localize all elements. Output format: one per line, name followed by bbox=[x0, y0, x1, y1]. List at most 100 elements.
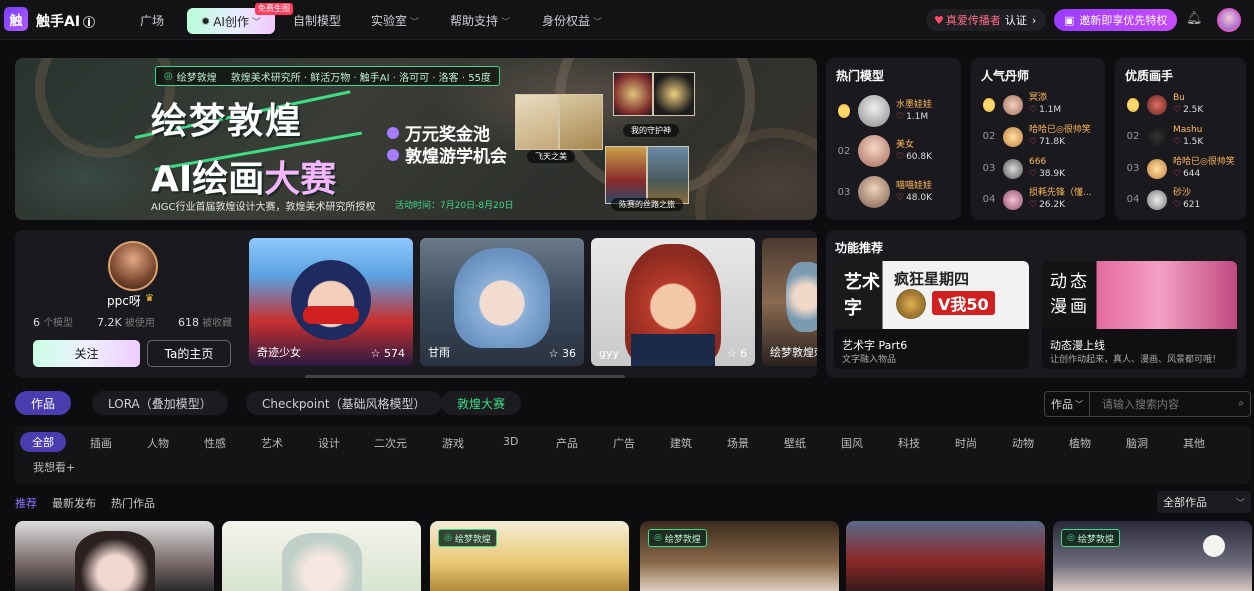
gallery-card[interactable] bbox=[846, 521, 1045, 591]
model-card[interactable]: 绘梦敦煌刺 bbox=[762, 238, 817, 366]
rank-row[interactable]: 03 666 ♡ 38.9K bbox=[979, 157, 1065, 180]
category-item[interactable]: 脑洞 bbox=[1126, 435, 1148, 451]
tab-works[interactable]: 作品 bbox=[15, 391, 72, 415]
user-avatar[interactable] bbox=[1217, 8, 1241, 32]
heart-icon: ♡ bbox=[1173, 105, 1182, 115]
contest-banner[interactable]: ◎ 绘梦敦煌 敦煌美术研究所 · 鲜活万物 · 触手AI · 洛可可 · 洛客 · … bbox=[15, 58, 817, 220]
rank-row[interactable]: 冥添 ♡ 1.1M bbox=[979, 93, 1061, 116]
rank-number: 02 bbox=[982, 131, 996, 142]
category-item[interactable]: 人物 bbox=[147, 435, 169, 451]
subtab-latest[interactable]: 最新发布 bbox=[52, 495, 96, 511]
gallery-tag-text: 绘梦敦煌 bbox=[454, 534, 491, 545]
category-item[interactable]: 场景 bbox=[727, 435, 749, 451]
all-works-value: 全部作品 bbox=[1163, 496, 1207, 509]
category-item[interactable]: 游戏 bbox=[442, 435, 464, 451]
search-icon[interactable]: ⌕ bbox=[1238, 398, 1244, 409]
rank-name: 喵喵娃娃 bbox=[896, 180, 933, 191]
tab-dunhuang[interactable]: 敦煌大赛 bbox=[441, 391, 522, 415]
category-item[interactable]: 壁纸 bbox=[784, 435, 806, 451]
nav-help[interactable]: 帮助支持 ﹀ bbox=[450, 12, 510, 29]
panel-title: 优质画手 bbox=[1125, 69, 1174, 83]
category-item[interactable]: 全部 bbox=[20, 432, 66, 452]
category-item[interactable]: 我想看+ bbox=[33, 459, 75, 475]
category-item[interactable]: 艺术 bbox=[261, 435, 283, 451]
nav-label: 广场 bbox=[140, 14, 165, 28]
rank-row[interactable]: Bu ♡ 2.5K bbox=[1123, 93, 1203, 116]
category-item[interactable]: 二次元 bbox=[374, 435, 407, 451]
rank-row[interactable]: 02 Mashu ♡ 1.5K bbox=[1123, 125, 1204, 148]
rank-name: Mashu bbox=[1173, 125, 1203, 135]
banner-desc: AIGC行业首届敦煌设计大赛，敦煌美术研究所授权 bbox=[151, 202, 376, 213]
category-item[interactable]: 国风 bbox=[841, 435, 863, 451]
model-stars-count: 6 bbox=[740, 347, 747, 360]
bell-icon[interactable]: 🔔︎ bbox=[1186, 11, 1203, 26]
feature-card[interactable]: 动态 漫画 动态漫上线 让创作动起来，真人、漫画、风景都可哦！ bbox=[1042, 261, 1237, 369]
category-item[interactable]: 其他 bbox=[1183, 435, 1205, 451]
horizontal-scrollbar[interactable] bbox=[305, 375, 625, 378]
avatar bbox=[858, 176, 890, 208]
rank-row[interactable]: 04 砂沙 ♡ 621 bbox=[1123, 188, 1201, 211]
brand-name: 触手AI bbox=[36, 14, 81, 30]
nav-square[interactable]: 广场 bbox=[140, 12, 164, 29]
nav-label: 自制模型 bbox=[293, 14, 342, 28]
subtab-recommend[interactable]: 推荐 bbox=[15, 495, 37, 511]
promo-invite-text: 邀新即享优先特权 bbox=[1079, 14, 1168, 27]
feature-card[interactable]: 艺术 字 疯狂星期四 V我50 艺术字 Part6 文字融入物品 bbox=[834, 261, 1029, 369]
follow-button[interactable]: 关注 bbox=[33, 340, 140, 367]
rank-row[interactable]: 03 哈哈已◎很帅笑 ♡ 644 bbox=[1123, 157, 1235, 180]
category-item[interactable]: 广告 bbox=[613, 435, 635, 451]
gallery-card[interactable] bbox=[222, 521, 421, 591]
sparkle-icon: ✹ bbox=[201, 14, 211, 28]
all-works-select[interactable]: 全部作品 ﹀ bbox=[1157, 491, 1251, 513]
tab-checkpoint[interactable]: Checkpoint（基础风格模型） bbox=[246, 391, 442, 415]
tab-lora[interactable]: LORA（叠加模型） bbox=[92, 391, 228, 415]
art-text-b: 字 bbox=[844, 298, 862, 319]
gallery-card[interactable]: ◎ 绘梦敦煌 bbox=[640, 521, 839, 591]
category-item[interactable]: 性感 bbox=[204, 435, 226, 451]
creator-avatar[interactable] bbox=[108, 241, 158, 291]
rank-row[interactable]: 02 哈哈已◎很帅笑 ♡ 71.8K bbox=[979, 125, 1091, 148]
model-card[interactable]: 奇迹少女 ☆ 574 bbox=[249, 238, 413, 366]
rank-row[interactable]: 水墨娃娃 ♡ 1.1M bbox=[834, 95, 932, 127]
category-item[interactable]: 产品 bbox=[556, 435, 578, 451]
nav-lab[interactable]: 实验室 ﹀ bbox=[371, 12, 419, 29]
category-item[interactable]: 动物 bbox=[1012, 435, 1034, 451]
category-item[interactable]: 3D bbox=[503, 435, 518, 448]
category-item[interactable]: 时尚 bbox=[955, 435, 977, 451]
brand[interactable]: 触手AI i bbox=[36, 11, 96, 31]
rank-value-text: 621 bbox=[1183, 200, 1201, 210]
rank-value: ♡ 621 bbox=[1173, 199, 1200, 211]
rank-value-text: 1.1M bbox=[906, 111, 929, 122]
artwork-image bbox=[653, 72, 695, 116]
category-item[interactable]: 设计 bbox=[318, 435, 340, 451]
model-card[interactable]: 甘雨 ☆ 36 bbox=[420, 238, 584, 366]
category-item[interactable]: 植物 bbox=[1069, 435, 1091, 451]
creator-promo[interactable]: ♥ 真爱传播者 认证 › bbox=[926, 9, 1047, 31]
homepage-button[interactable]: Ta的主页 bbox=[147, 340, 231, 367]
logo-icon[interactable]: 触 bbox=[4, 7, 28, 31]
search-type-select[interactable]: 作品 ﹀ bbox=[1044, 391, 1090, 417]
model-label: 奇迹少女 bbox=[257, 346, 301, 359]
category-item[interactable]: 建筑 bbox=[670, 435, 692, 451]
rank-row[interactable]: 02 美女 ♡ 60.8K bbox=[834, 135, 932, 167]
gallery-tag: ◎ 绘梦敦煌 bbox=[648, 529, 707, 547]
search-input[interactable]: 请输入搜索内容 ⌕ bbox=[1090, 391, 1251, 417]
chevron-down-icon: ﹀ bbox=[1075, 399, 1083, 409]
gallery-card[interactable]: ◎ 绘梦敦煌 bbox=[1053, 521, 1252, 591]
creator-name[interactable]: ppc呀 bbox=[107, 292, 141, 309]
gallery-card[interactable]: ◎ 绘梦敦煌 bbox=[430, 521, 629, 591]
gallery-tag: ◎ 绘梦敦煌 bbox=[1061, 529, 1120, 547]
category-item[interactable]: 科技 bbox=[898, 435, 920, 451]
nav-identity[interactable]: 身份权益 ﹀ bbox=[542, 12, 602, 29]
invite-promo-button[interactable]: ▣ 邀新即享优先特权 bbox=[1054, 9, 1178, 31]
banner-title-1: 绘梦敦煌 bbox=[151, 101, 304, 142]
rank-row[interactable]: 04 损耗先锋（懂... ♡ 26.2K bbox=[979, 188, 1092, 211]
category-item[interactable]: 插画 bbox=[90, 435, 112, 451]
gallery-card[interactable] bbox=[15, 521, 214, 591]
panel-title: 热门模型 bbox=[836, 69, 885, 83]
model-card[interactable]: gyy ☆ 6 bbox=[591, 238, 755, 366]
stat-models: 6 个模型 bbox=[33, 314, 73, 329]
subtab-hot[interactable]: 热门作品 bbox=[111, 495, 155, 511]
nav-custom-model[interactable]: 自制模型 bbox=[293, 12, 341, 29]
rank-row[interactable]: 03 喵喵娃娃 ♡ 48.0K bbox=[834, 176, 932, 208]
